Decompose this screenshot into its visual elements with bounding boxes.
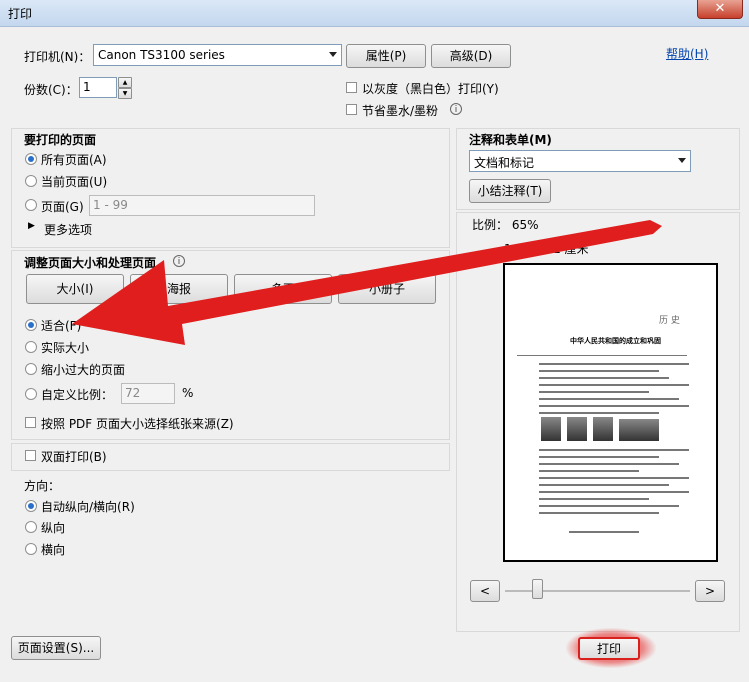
annotation-arrow-icon bbox=[72, 220, 662, 345]
arrow-shape bbox=[72, 220, 662, 345]
